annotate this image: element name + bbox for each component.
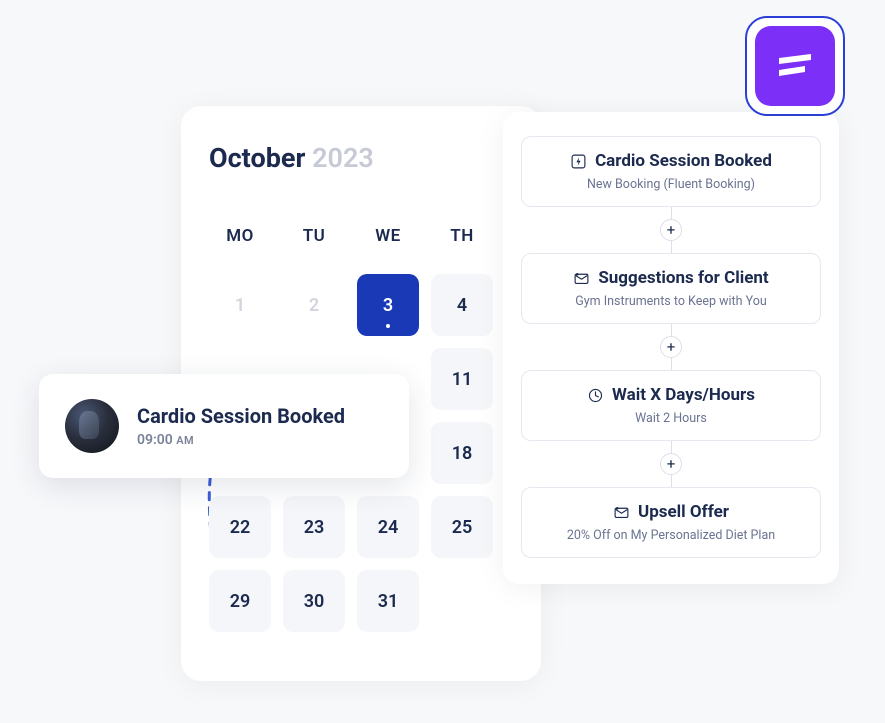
date-cell-selected[interactable]: 3 — [357, 274, 419, 336]
event-card[interactable]: Cardio Session Booked 09:00 AM — [39, 374, 409, 478]
workflow-card: Cardio Session Booked New Booking (Fluen… — [503, 112, 839, 584]
date-cell[interactable]: 4 — [431, 274, 493, 336]
workflow-step-sub: Wait 2 Hours — [534, 411, 808, 426]
event-time: 09:00 AM — [137, 432, 345, 448]
app-badge[interactable] — [745, 16, 845, 116]
date-cell[interactable]: 18 — [431, 422, 493, 484]
date-cell[interactable]: 2 — [283, 274, 345, 336]
event-time-value: 09:00 — [137, 432, 173, 448]
event-time-ampm: AM — [176, 434, 194, 447]
weekday-mo: MO — [209, 226, 271, 246]
weekday-tu: TU — [283, 226, 345, 246]
workflow-step-title: Wait X Days/Hours — [612, 385, 755, 405]
date-cell[interactable]: 11 — [431, 348, 493, 410]
event-title: Cardio Session Booked — [137, 404, 345, 428]
date-cell[interactable]: 1 — [209, 274, 271, 336]
workflow-connector: + — [521, 441, 821, 487]
workflow-step-sub: New Booking (Fluent Booking) — [534, 177, 808, 192]
date-cell[interactable]: 23 — [283, 496, 345, 558]
date-cell[interactable]: 29 — [209, 570, 271, 632]
weekday-th: TH — [431, 226, 493, 246]
workflow-connector: + — [521, 207, 821, 253]
event-indicator-dot — [386, 324, 390, 328]
workflow-step-title: Upsell Offer — [638, 502, 729, 522]
date-cell[interactable]: 30 — [283, 570, 345, 632]
weekday-row: MO TU WE TH — [209, 226, 513, 246]
calendar-year: 2023 — [312, 142, 374, 174]
avatar — [65, 399, 119, 453]
mail-icon — [613, 504, 630, 521]
workflow-connector: + — [521, 324, 821, 370]
app-logo — [755, 26, 835, 106]
add-step-button[interactable]: + — [660, 219, 682, 241]
mail-icon — [573, 270, 590, 287]
workflow-step-sub: 20% Off on My Personalized Diet Plan — [534, 528, 808, 543]
add-step-button[interactable]: + — [660, 336, 682, 358]
calendar-month: October — [209, 142, 305, 174]
date-cell-label: 3 — [383, 295, 393, 316]
bolt-icon — [570, 153, 587, 170]
event-info: Cardio Session Booked 09:00 AM — [137, 404, 345, 448]
date-cell[interactable]: 24 — [357, 496, 419, 558]
add-step-button[interactable]: + — [660, 453, 682, 475]
calendar-header: October 2023 — [209, 142, 513, 174]
date-cell[interactable]: 31 — [357, 570, 419, 632]
date-cell[interactable]: 25 — [431, 496, 493, 558]
workflow-step-title: Suggestions for Client — [598, 268, 768, 288]
clock-icon — [587, 387, 604, 404]
workflow-step[interactable]: Upsell Offer 20% Off on My Personalized … — [521, 487, 821, 558]
date-cell[interactable]: 22 — [209, 496, 271, 558]
weekday-we: WE — [357, 226, 419, 246]
workflow-step-title: Cardio Session Booked — [595, 151, 772, 171]
workflow-step[interactable]: Cardio Session Booked New Booking (Fluen… — [521, 136, 821, 207]
workflow-step-sub: Gym Instruments to Keep with You — [534, 294, 808, 309]
workflow-step[interactable]: Wait X Days/Hours Wait 2 Hours — [521, 370, 821, 441]
workflow-step[interactable]: Suggestions for Client Gym Instruments t… — [521, 253, 821, 324]
brand-logo-icon — [771, 42, 819, 90]
